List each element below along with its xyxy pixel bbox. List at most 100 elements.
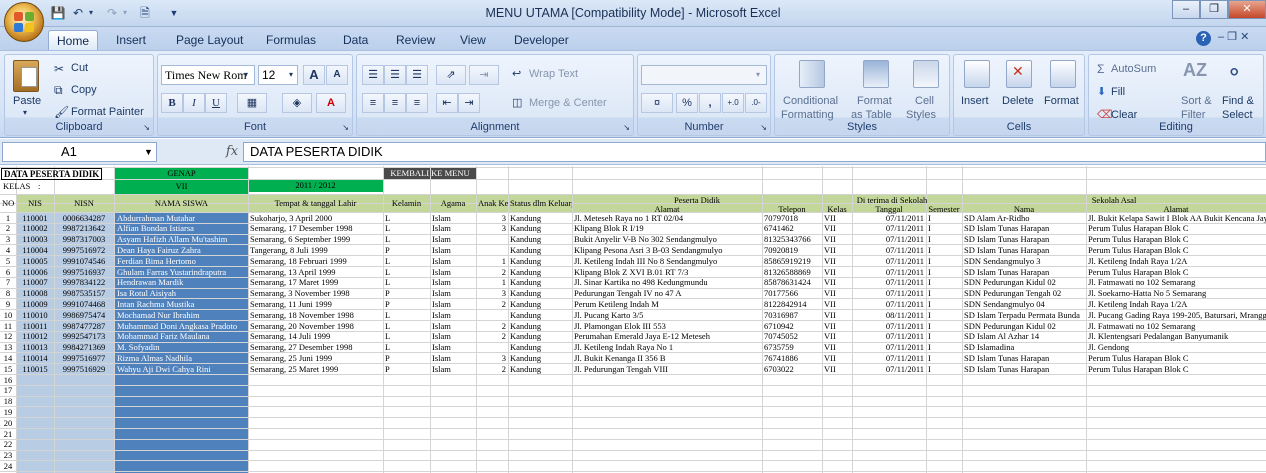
cell-kelas[interactable]: VII — [822, 331, 852, 341]
cell-nisn[interactable]: 9987477287 — [54, 321, 114, 331]
kembali-ke-menu-button[interactable]: KEMBALI KE MENU — [383, 168, 477, 178]
cell-status[interactable]: Kandung — [508, 299, 572, 309]
cell-sekolah[interactable]: SDN Pedurungan Kidul 02 — [962, 277, 1086, 287]
cell-status[interactable]: Kandung — [508, 234, 572, 244]
sort-filter-icon[interactable]: AZ — [1183, 60, 1207, 88]
cell-anak[interactable]: 2 — [476, 331, 508, 341]
cell-jk[interactable]: P — [383, 288, 430, 298]
cell-anak[interactable]: 3 — [476, 288, 508, 298]
cell-alamat-sekolah[interactable]: Perum Tulus Harapan Blok C — [1086, 245, 1266, 255]
align-middle-icon[interactable]: ☰ — [384, 65, 406, 85]
cell-sem[interactable]: I — [926, 245, 962, 255]
cell-nisn[interactable]: 9992547173 — [54, 331, 114, 341]
cell-no[interactable]: 16 — [0, 375, 16, 385]
cell-sekolah[interactable]: SD Islam Al Azhar 14 — [962, 331, 1086, 341]
delete-cells-icon[interactable]: ✕ — [1006, 60, 1032, 88]
cell-ttl[interactable]: Semarang, 11 Juni 1999 — [248, 299, 383, 309]
currency-icon[interactable]: ¤ — [641, 93, 673, 113]
cell-tgl[interactable]: 07/11/2011 — [852, 234, 926, 244]
cell-nama[interactable]: Rizma Almas Nadhila — [115, 353, 248, 363]
cell-nis[interactable]: 110005 — [16, 256, 54, 266]
cell-kelas[interactable]: VII — [822, 288, 852, 298]
cell-sem[interactable]: I — [926, 353, 962, 363]
italic-button[interactable]: I — [183, 93, 205, 113]
cell-nama[interactable]: Abdurrahman Mutahar — [115, 213, 248, 223]
cell-telp[interactable]: 85865919219 — [762, 256, 822, 266]
cell-nama[interactable]: Hendrawan Mardik — [115, 277, 248, 287]
cell-anak[interactable]: 2 — [476, 364, 508, 374]
cell-kelas[interactable]: VII — [822, 364, 852, 374]
cell-no[interactable]: 7 — [0, 277, 16, 287]
insert-function-icon[interactable]: fx — [222, 142, 242, 162]
underline-button[interactable]: U — [205, 93, 227, 113]
cell-alamat-sekolah[interactable]: Jl. Soekarno-Hatta No 5 Semarang — [1086, 288, 1266, 298]
cell-alamat-sekolah[interactable]: Jl. Fatmawati no 102 Semarang — [1086, 277, 1266, 287]
cell-nisn[interactable]: 9987535157 — [54, 288, 114, 298]
align-right-icon[interactable]: ≡ — [406, 93, 428, 113]
cell-nama[interactable]: Ferdian Bima Hertomo — [115, 256, 248, 266]
cell-nama[interactable]: Mohammad Fariz Maulana — [115, 331, 248, 341]
cell-no[interactable]: 12 — [0, 331, 16, 341]
wrap-text-button[interactable]: Wrap Text — [529, 68, 578, 80]
cell-no[interactable]: 21 — [0, 429, 16, 439]
cut-button[interactable]: Cut — [71, 62, 88, 74]
cell-agama[interactable]: Islam — [430, 267, 476, 277]
cell-nis[interactable]: 110015 — [16, 364, 54, 374]
tab-view[interactable]: View — [452, 30, 494, 50]
font-color-icon[interactable]: A — [316, 93, 346, 113]
cell-alamat[interactable]: Jl. Ketileng Indah Raya No 1 — [572, 342, 762, 352]
cell-nisn[interactable]: 0006634287 — [54, 213, 114, 223]
cell-tgl[interactable]: 07/11/2011 — [852, 277, 926, 287]
cell-nama[interactable]: Asyam Hafizh Allam Mu'tashim — [115, 234, 248, 244]
wrap-text-icon[interactable]: ↩ — [512, 67, 521, 80]
cell-nis[interactable]: 110006 — [16, 267, 54, 277]
fill-button[interactable]: Fill — [1111, 86, 1125, 98]
name-box[interactable]: A1 — [2, 142, 157, 162]
cell-no[interactable]: 11 — [0, 321, 16, 331]
font-size-dropdown-icon[interactable]: ▾ — [289, 70, 293, 79]
cell-anak[interactable]: 3 — [476, 353, 508, 363]
insert-button[interactable]: Insert — [961, 95, 989, 107]
cell-ttl[interactable]: Semarang, 20 November 1998 — [248, 321, 383, 331]
cell-no[interactable]: 15 — [0, 364, 16, 374]
shrink-font-button[interactable]: A — [326, 65, 348, 85]
cell-sem[interactable]: I — [926, 277, 962, 287]
borders-icon[interactable]: ▦ — [237, 93, 267, 113]
cell-tgl[interactable]: 07/11/2011 — [852, 245, 926, 255]
restore-button[interactable]: ❐ — [1200, 0, 1228, 19]
cell-telp[interactable]: 70745052 — [762, 331, 822, 341]
name-box-dropdown-icon[interactable]: ▼ — [144, 147, 153, 157]
conditional-formatting-label[interactable]: Conditional — [783, 95, 838, 107]
grow-font-button[interactable]: A — [303, 65, 325, 85]
cell-tgl[interactable]: 07/11/2011 — [852, 342, 926, 352]
close-button[interactable]: ✕ — [1228, 0, 1266, 19]
cell-alamat-sekolah[interactable]: Perum Tulus Harapan Blok C — [1086, 223, 1266, 233]
cell-status[interactable]: Kandung — [508, 245, 572, 255]
cell-anak[interactable]: 2 — [476, 321, 508, 331]
find-select-label[interactable]: Find & — [1222, 95, 1254, 107]
cell-jk[interactable]: P — [383, 364, 430, 374]
cell-jk[interactable]: L — [383, 331, 430, 341]
autosum-button[interactable]: AutoSum — [1111, 63, 1156, 75]
cell-sekolah[interactable]: SD Islam Terpadu Permata Bunda — [962, 310, 1086, 320]
cell-tgl[interactable]: 07/11/2011 — [852, 267, 926, 277]
cell-no[interactable]: 18 — [0, 396, 16, 406]
cell-sekolah[interactable]: SD Islamadina — [962, 342, 1086, 352]
cell-status[interactable]: Kandung — [508, 353, 572, 363]
cell-telp[interactable]: 6703022 — [762, 364, 822, 374]
cell-jk[interactable]: L — [383, 267, 430, 277]
cell-status[interactable]: Kandung — [508, 288, 572, 298]
cell-status[interactable]: Kandung — [508, 342, 572, 352]
cell-nis[interactable]: 110003 — [16, 234, 54, 244]
cell-sekolah[interactable]: SD Alam Ar-Ridho — [962, 213, 1086, 223]
cell-alamat-sekolah[interactable]: Jl. Klentengsari Pedalangan Banyumanik — [1086, 331, 1266, 341]
cell-sem[interactable]: I — [926, 342, 962, 352]
cell-status[interactable]: Kandung — [508, 213, 572, 223]
cut-icon[interactable]: ✂ — [54, 62, 64, 76]
cell-alamat-sekolah[interactable]: Perum Tulus Harapan Blok C — [1086, 267, 1266, 277]
cell-nama[interactable]: Muhammad Doni Angkasa Pradoto — [115, 321, 248, 331]
cell-telp[interactable]: 70316987 — [762, 310, 822, 320]
cell-tgl[interactable]: 07/11/2011 — [852, 256, 926, 266]
cell-alamat[interactable]: Perum Ketileng Indah M — [572, 299, 762, 309]
cell-nisn[interactable]: 9991074546 — [54, 256, 114, 266]
